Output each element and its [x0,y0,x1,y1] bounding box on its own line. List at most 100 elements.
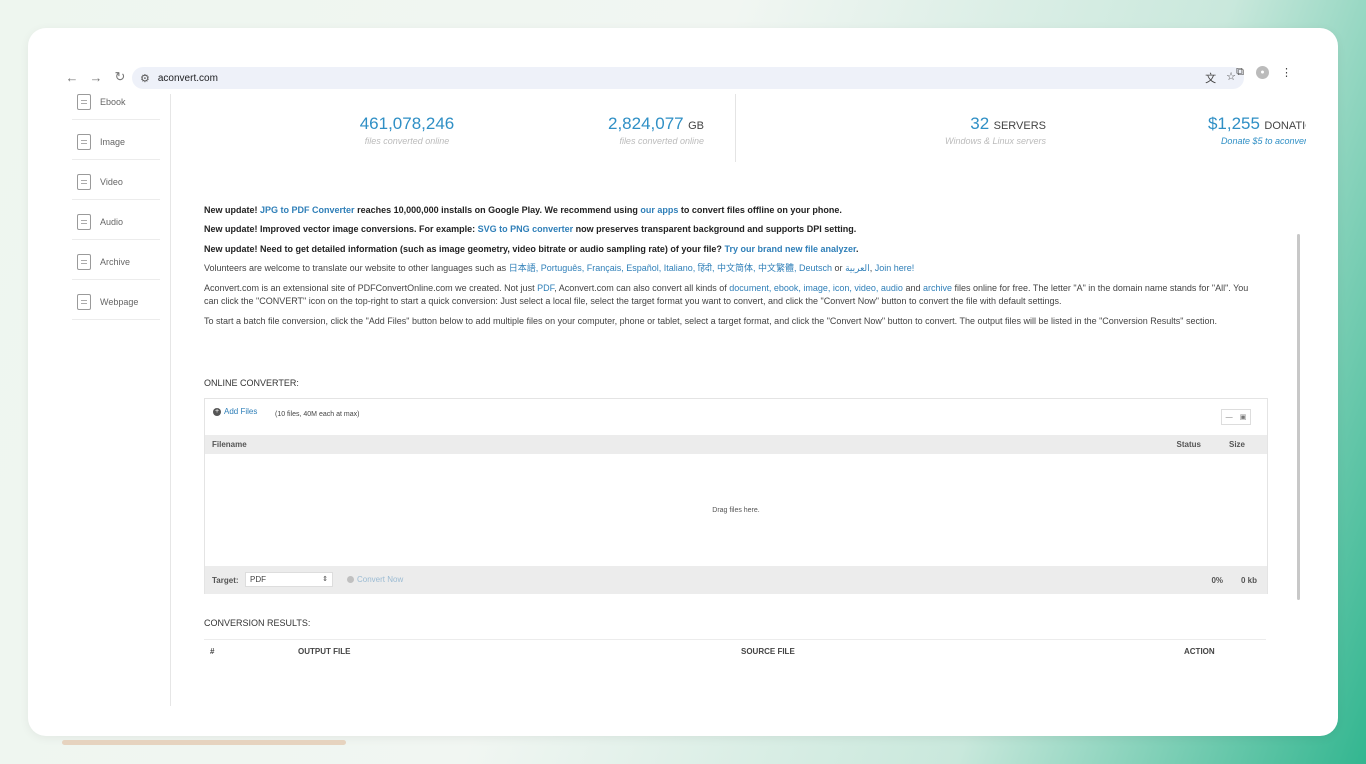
stat-caption: files converted online [619,136,704,146]
stat-unit: GB [688,120,704,132]
extensions-icon[interactable]: ⧉ [1236,66,1244,79]
menu-icon[interactable]: ⋮ [1281,66,1292,79]
file-list-header: Filename Status Size [205,435,1267,454]
language-links[interactable]: 日本語, Português, Français, Español, Itali… [509,263,832,273]
about-paragraph: Aconvert.com is an extensional site of P… [204,282,1264,308]
svg-to-png-link[interactable]: SVG to PNG converter [478,224,574,234]
column-action: ACTION [1184,647,1215,656]
ebook-icon [77,93,91,110]
our-apps-link[interactable]: our apps [640,205,678,215]
stat-value: 2,824,077 [608,114,684,133]
translate-icon[interactable]: 文 [1205,70,1216,86]
convert-now-button[interactable]: Convert Now [347,575,403,584]
file-drop-zone[interactable]: Drag files here. [205,454,1267,566]
select-arrows-icon: ⇕ [322,576,328,583]
column-output-file: OUTPUT FILE [298,647,351,656]
update-text: . [855,244,859,254]
stat-files-converted: 461,078,246 files converted online [327,114,487,146]
update-notice-3: New update! Need to get detailed informa… [204,243,1264,256]
column-status: Status [1176,440,1201,449]
join-here-link[interactable]: Join here! [875,263,915,273]
update-text: now preserves transparent background and… [575,224,857,234]
sidebar-item-archive[interactable]: Archive [72,244,160,280]
stat-caption: files converted online [364,136,450,146]
update-text: reaches 10,000,000 installs on Google Pl… [357,205,638,215]
total-progress: 0% [1211,576,1223,585]
update-text: New update! Improved vector image conver… [204,224,476,234]
horizontal-scroll-indicator[interactable] [62,740,346,745]
volunteers-text: Volunteers are welcome to translate our … [204,263,507,273]
donate-link[interactable]: Donate $5 to aconvert.com [1132,136,1306,146]
add-files-button[interactable]: + Add Files [213,407,257,416]
browser-window: ← → ↻ ⚙ aconvert.com 文 ☆ ⧉ ● ⋮ Ebook Ima… [60,60,1306,706]
stat-unit: DONATIONS [1264,120,1306,132]
sidebar-item-image[interactable]: Image [72,124,160,160]
list-view-icon[interactable]: — [1226,414,1233,421]
sidebar-item-label: Webpage [100,296,139,307]
file-analyzer-link[interactable]: Try our brand new file analyzer [724,244,856,254]
image-icon [77,133,91,150]
sidebar-item-label: Audio [100,216,124,227]
column-size: Size [1228,440,1245,449]
archive-link[interactable]: archive [923,283,952,293]
vertical-scrollbar[interactable] [1297,234,1300,600]
add-icon: + [213,407,221,416]
profile-avatar[interactable]: ● [1256,66,1269,79]
volunteers-text: or [834,263,843,273]
column-source-file: SOURCE FILE [741,647,795,656]
category-links[interactable]: document, ebook, image, icon, video, aud… [729,283,903,293]
online-converter-title: ONLINE CONVERTER: [204,378,299,388]
main-content: 461,078,246 files converted online 2,824… [172,94,1306,706]
file-limit-note: (10 files, 40M each at max) [275,411,360,418]
panel-toolbox: — ▣ [1221,409,1251,425]
converter-footer: Target: PDF ⇕ Convert Now 0% 0 kb [205,566,1267,594]
thumbnail-view-icon[interactable]: ▣ [1240,413,1247,421]
drop-zone-label: Drag files here. [712,506,760,514]
stat-donations: $1,255 DONATIONS Donate $5 to aconvert.c… [1132,114,1306,146]
url-text: aconvert.com [157,72,218,84]
update-text: New update! Need to get detailed informa… [204,244,722,254]
add-files-label: Add Files [224,407,258,416]
stats-divider [735,94,736,162]
target-format-select[interactable]: PDF ⇕ [245,572,333,587]
convert-icon [347,576,354,583]
webpage-icon [77,293,91,310]
stat-value: $1,255 [1207,114,1260,133]
archive-icon [77,253,91,270]
sidebar-item-label: Video [100,176,123,187]
stat-caption: Windows & Linux servers [945,136,1046,146]
results-table-header: # OUTPUT FILE SOURCE FILE ACTION [204,639,1266,657]
sidebar-item-audio[interactable]: Audio [72,204,160,240]
column-number: # [210,647,215,656]
stat-value: 461,078,246 [359,114,455,133]
sidebar-item-label: Ebook [100,96,126,107]
target-format-value: PDF [250,575,266,584]
about-text: , Aconvert.com can also convert all kind… [554,283,727,293]
sidebar-item-ebook[interactable]: Ebook [72,84,160,120]
address-bar[interactable]: ⚙ aconvert.com 文 ☆ [132,67,1244,89]
about-text: and [905,283,921,293]
update-text: to convert files offline on your phone. [680,205,842,215]
conversion-results-title: CONVERSION RESULTS: [204,618,311,628]
about-text: Aconvert.com is an extensional site of P… [204,283,535,293]
convert-now-label: Convert Now [357,575,404,584]
site-info-icon[interactable]: ⚙ [140,72,150,85]
online-converter-panel: + Add Files (10 files, 40M each at max) … [204,398,1268,594]
video-icon [77,173,91,190]
update-notice-1: New update! JPG to PDF Converter reaches… [204,204,1264,217]
language-link-arabic[interactable]: العربية [845,263,870,273]
sidebar-item-webpage[interactable]: Webpage [72,284,160,320]
stat-value: 32 [970,114,990,133]
pdf-link[interactable]: PDF [537,283,554,293]
update-label: New update! [204,205,258,215]
sidebar-item-video[interactable]: Video [72,164,160,200]
category-sidebar: Ebook Image Video Audio Archive Webpage [60,93,171,706]
audio-icon [77,213,91,230]
column-filename: Filename [212,440,247,449]
jpg-to-pdf-link[interactable]: JPG to PDF Converter [260,205,355,215]
stat-unit: SERVERS [993,120,1046,132]
bookmark-star-icon[interactable]: ☆ [1226,70,1236,86]
sidebar-item-label: Image [100,136,126,147]
stat-gb-converted: 2,824,077 GB files converted online [584,114,704,146]
stat-servers: 32 SERVERS Windows & Linux servers [872,114,1046,146]
